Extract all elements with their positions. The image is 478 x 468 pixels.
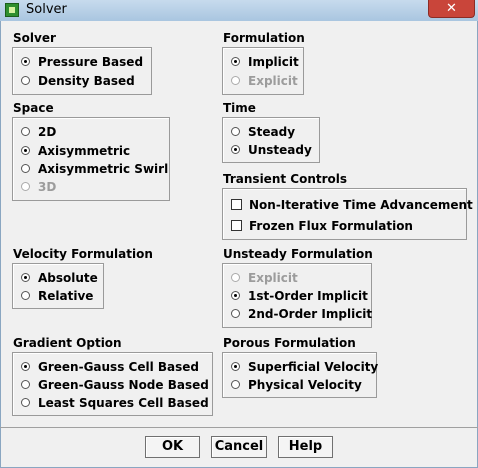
- time-group: Steady Unsteady: [222, 117, 320, 163]
- radio-selected-icon: [21, 146, 30, 155]
- radio-icon: [21, 398, 30, 407]
- radio-icon: [231, 309, 240, 318]
- checkbox-icon: [231, 199, 242, 210]
- radio-selected-icon: [21, 362, 30, 371]
- space-group: 2D Axisymmetric Axisymmetric Swirl 3D: [12, 117, 170, 201]
- radio-icon: [21, 127, 30, 136]
- radio-icon: [231, 76, 240, 85]
- radio-icon: [231, 273, 240, 282]
- gradient-option-label: Gradient Option: [13, 336, 122, 350]
- velocity-formulation-group: Absolute Relative: [12, 263, 104, 309]
- solver-group: Pressure Based Density Based: [12, 47, 152, 95]
- transient-controls-label: Transient Controls: [223, 172, 348, 186]
- close-icon: ✕: [446, 1, 457, 16]
- unsteady-formulation-group: Explicit 1st-Order Implicit 2nd-Order Im…: [222, 263, 372, 328]
- radio-icon: [21, 76, 30, 85]
- unsteady-formulation-label: Unsteady Formulation: [223, 247, 373, 261]
- radio-selected-icon: [231, 291, 240, 300]
- formulation-label: Formulation: [223, 31, 305, 45]
- solver-label: Solver: [13, 31, 56, 45]
- radio-selected-icon: [21, 273, 30, 282]
- help-button[interactable]: Help: [278, 436, 333, 458]
- radio-selected-icon: [231, 145, 240, 154]
- transient-controls-group: Non-Iterative Time Advancement Frozen Fl…: [222, 188, 473, 240]
- radio-selected-icon: [231, 362, 240, 371]
- radio-icon: [21, 182, 30, 191]
- gradient-option-group: Green-Gauss Cell Based Green-Gauss Node …: [12, 352, 213, 416]
- checkbox-icon: [231, 220, 242, 231]
- space-label: Space: [13, 101, 54, 115]
- app-icon: [5, 3, 19, 17]
- ok-button[interactable]: OK: [145, 436, 200, 458]
- dialog-content: Solver Pressure Based Density Based Spac…: [0, 21, 478, 468]
- time-label: Time: [223, 101, 256, 115]
- radio-icon: [21, 380, 30, 389]
- radio-icon: [21, 164, 30, 173]
- title-bar: Solver ✕: [0, 0, 478, 22]
- radio-selected-icon: [21, 57, 30, 66]
- velocity-formulation-label: Velocity Formulation: [13, 247, 153, 261]
- porous-formulation-label: Porous Formulation: [223, 336, 356, 350]
- porous-formulation-group: Superficial Velocity Physical Velocity: [222, 352, 378, 398]
- close-button[interactable]: ✕: [428, 0, 475, 18]
- formulation-group: Implicit Explicit: [222, 47, 304, 95]
- radio-icon: [231, 127, 240, 136]
- button-separator: [0, 427, 478, 428]
- window-title: Solver: [26, 2, 67, 17]
- solver-dialog: Solver ✕ Solver Pressure Based Density B…: [0, 0, 478, 468]
- radio-selected-icon: [231, 57, 240, 66]
- cancel-button[interactable]: Cancel: [211, 436, 267, 458]
- radio-icon: [231, 380, 240, 389]
- radio-icon: [21, 291, 30, 300]
